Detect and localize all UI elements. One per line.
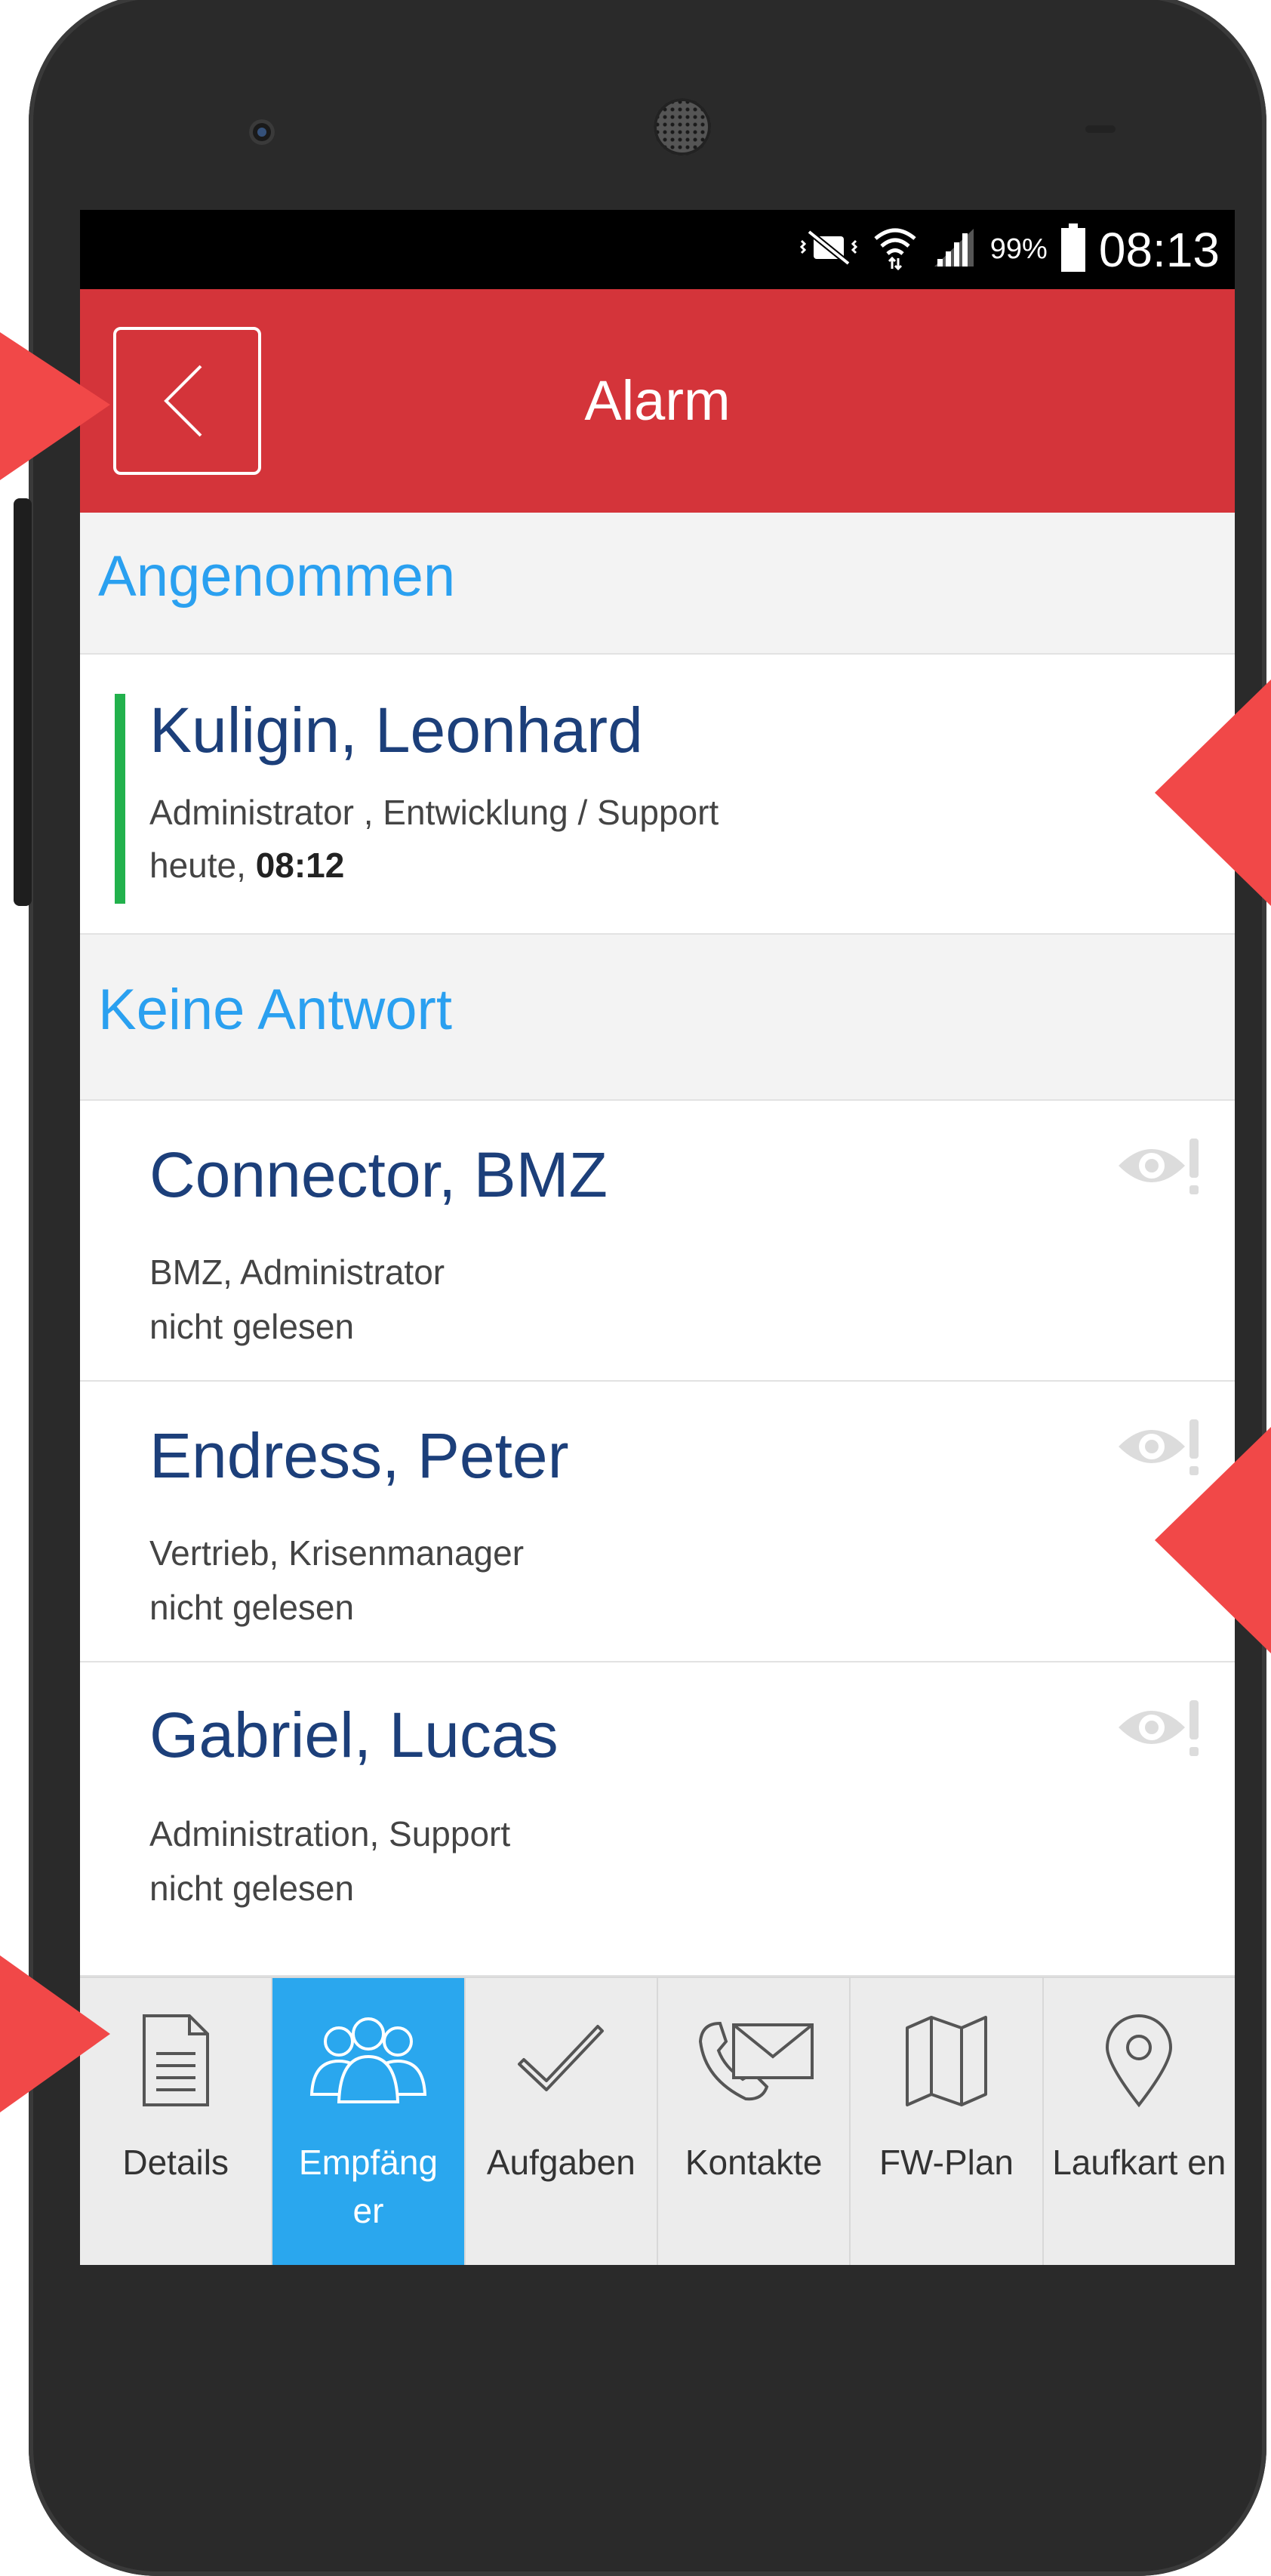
recipient-name: Connector, BMZ	[149, 1139, 608, 1210]
tab-label: Empfäng er	[298, 2143, 439, 2230]
recipient-roles: BMZ, Administrator	[149, 1253, 445, 1292]
contact-icon	[690, 2011, 818, 2113]
recipient-roles: Vertrieb, Krisenmanager	[149, 1533, 525, 1573]
accepted-indicator	[115, 694, 125, 904]
tab-recipients[interactable]: Empfäng er	[272, 1978, 466, 2265]
list-item[interactable]: Kuligin, Leonhard Administrator , Entwic…	[80, 655, 1235, 935]
arrow-left-bottom-icon	[0, 1955, 110, 2112]
front-camera-icon	[249, 119, 275, 145]
check-icon	[512, 2011, 610, 2113]
tab-label: Kontakte	[685, 2143, 823, 2182]
tab-label: FW-Plan	[879, 2143, 1014, 2182]
tab-contacts[interactable]: Kontakte	[658, 1978, 851, 2265]
tab-route-cards[interactable]: Laufkart en	[1044, 1978, 1235, 2265]
recipient-name: Endress, Peter	[149, 1420, 569, 1491]
section-header-no-answer: Keine Antwort	[80, 935, 1235, 1101]
signal-icon	[931, 227, 977, 272]
vibrate-mute-icon	[799, 227, 859, 272]
app-bar: Alarm	[80, 289, 1235, 513]
arrow-left-top-icon	[0, 332, 110, 480]
tab-label: Details	[122, 2143, 229, 2182]
arrow-right-middle-icon	[1155, 1427, 1271, 1653]
battery-icon	[1060, 223, 1085, 276]
read-status: nicht gelesen	[149, 1588, 355, 1627]
read-status: nicht gelesen	[149, 1307, 355, 1346]
section-header-accepted: Angenommen	[80, 513, 1235, 655]
clock: 08:13	[1098, 222, 1220, 277]
tab-tasks[interactable]: Aufgaben	[466, 1978, 658, 2265]
eye-unread-icon	[1116, 1693, 1203, 1764]
eye-unread-icon	[1116, 1131, 1203, 1203]
chevron-left-icon	[164, 365, 202, 437]
response-time: heute, 08:12	[149, 845, 344, 886]
battery-percent: 99%	[989, 233, 1048, 265]
recipient-roles: Administration, Support	[149, 1814, 511, 1853]
recipient-roles: Administrator , Entwicklung / Support	[149, 793, 719, 832]
bottom-tab-bar: Details Empfäng er Aufgaben Kontakte FW-…	[80, 1977, 1235, 2265]
list-item[interactable]: Connector, BMZ BMZ, Administrator nicht …	[80, 1101, 1235, 1382]
arrow-right-top-icon	[1155, 679, 1271, 906]
list-item[interactable]: Gabriel, Lucas Administration, Support n…	[80, 1662, 1235, 1977]
list-item[interactable]: Endress, Peter Vertrieb, Krisenmanager n…	[80, 1382, 1235, 1662]
screen: 99% 08:13 Alarm Angenommen Kuligin, Leon…	[80, 210, 1235, 2265]
response-time-value: 08:12	[255, 846, 345, 885]
tab-label: Aufgaben	[486, 2143, 636, 2182]
document-icon	[138, 2011, 214, 2113]
tab-label: Laufkart en	[1052, 2143, 1226, 2182]
recipient-name: Kuligin, Leonhard	[149, 695, 643, 766]
status-bar: 99% 08:13	[80, 210, 1235, 289]
map-icon	[901, 2011, 992, 2113]
read-status: nicht gelesen	[149, 1869, 355, 1908]
earpiece-speaker	[654, 98, 711, 156]
wifi-icon	[872, 225, 918, 274]
back-button[interactable]	[113, 327, 261, 475]
pin-icon	[1101, 2011, 1177, 2113]
recipient-name: Gabriel, Lucas	[149, 1699, 559, 1770]
proximity-sensor	[1085, 125, 1116, 133]
people-icon	[304, 2011, 432, 2113]
side-button	[14, 498, 32, 906]
response-time-prefix: heute,	[149, 846, 256, 885]
tab-fw-plan[interactable]: FW-Plan	[851, 1978, 1044, 2265]
